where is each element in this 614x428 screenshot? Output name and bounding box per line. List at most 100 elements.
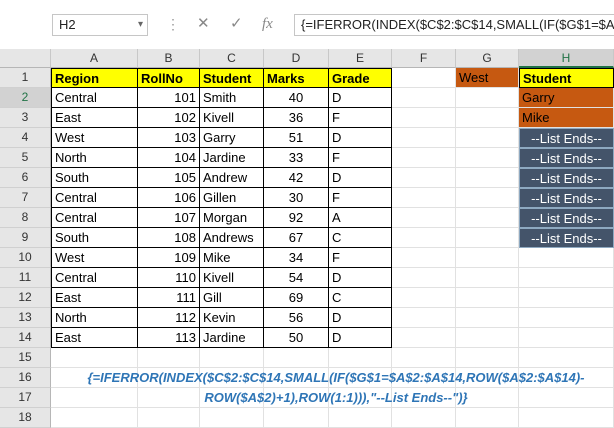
cell-h11[interactable]	[519, 268, 614, 288]
insert-function-icon[interactable]: fx	[262, 14, 273, 34]
cell-h13[interactable]	[519, 308, 614, 328]
cell-g14[interactable]	[456, 328, 519, 348]
criteria-cell[interactable]: West	[456, 68, 519, 88]
table-cell[interactable]: 50	[264, 328, 329, 348]
table-cell[interactable]: East	[51, 328, 138, 348]
table-cell[interactable]: North	[51, 148, 138, 168]
table-cell[interactable]: 111	[138, 288, 200, 308]
table-cell[interactable]: East	[51, 288, 138, 308]
table-cell[interactable]: Gillen	[200, 188, 264, 208]
cell-g4[interactable]	[456, 128, 519, 148]
cell-h18[interactable]	[519, 408, 614, 428]
row-header-12[interactable]: 12	[0, 288, 51, 308]
row-header-9[interactable]: 9	[0, 228, 51, 248]
table-header-rollno[interactable]: RollNo	[138, 68, 200, 88]
table-cell[interactable]: Morgan	[200, 208, 264, 228]
table-cell[interactable]: D	[329, 268, 392, 288]
table-cell[interactable]: Kevin	[200, 308, 264, 328]
cell-g18[interactable]	[456, 408, 519, 428]
cell-f6[interactable]	[392, 168, 456, 188]
table-cell[interactable]: D	[329, 308, 392, 328]
cell-b18[interactable]	[138, 408, 200, 428]
table-cell[interactable]: 106	[138, 188, 200, 208]
cell-h15[interactable]	[519, 348, 614, 368]
cell-g5[interactable]	[456, 148, 519, 168]
table-cell[interactable]: F	[329, 148, 392, 168]
name-box[interactable]: H2 ▾	[52, 14, 148, 36]
table-cell[interactable]: 104	[138, 148, 200, 168]
list-ends-cell[interactable]: --List Ends--	[519, 128, 614, 148]
table-cell[interactable]: 103	[138, 128, 200, 148]
table-cell[interactable]: Central	[51, 88, 138, 108]
enter-icon[interactable]: ✓	[230, 14, 243, 34]
table-cell[interactable]: D	[329, 168, 392, 188]
cell-g12[interactable]	[456, 288, 519, 308]
column-header-d[interactable]: D	[264, 49, 329, 68]
row-header-1[interactable]: 1	[0, 68, 51, 88]
table-cell[interactable]: 34	[264, 248, 329, 268]
table-cell[interactable]: 101	[138, 88, 200, 108]
cell-h14[interactable]	[519, 328, 614, 348]
table-cell[interactable]: F	[329, 248, 392, 268]
cell-g2[interactable]	[456, 88, 519, 108]
cell-g10[interactable]	[456, 248, 519, 268]
cell-g6[interactable]	[456, 168, 519, 188]
row-header-13[interactable]: 13	[0, 308, 51, 328]
table-cell[interactable]: 110	[138, 268, 200, 288]
table-cell[interactable]: A	[329, 208, 392, 228]
table-cell[interactable]: West	[51, 248, 138, 268]
cell-f9[interactable]	[392, 228, 456, 248]
table-cell[interactable]: 51	[264, 128, 329, 148]
formula-input[interactable]: {=IFERROR(INDEX($C$2:$C$14,SMALL(IF($G$1…	[294, 14, 614, 36]
cell-f15[interactable]	[392, 348, 456, 368]
cell-a15[interactable]	[51, 348, 138, 368]
cell-d15[interactable]	[264, 348, 329, 368]
cell-f2[interactable]	[392, 88, 456, 108]
result-cell[interactable]: Garry	[519, 88, 614, 108]
cell-g13[interactable]	[456, 308, 519, 328]
table-cell[interactable]: D	[329, 128, 392, 148]
cell-f8[interactable]	[392, 208, 456, 228]
table-cell[interactable]: Kivell	[200, 108, 264, 128]
table-cell[interactable]: Smith	[200, 88, 264, 108]
row-header-2[interactable]: 2	[0, 88, 51, 108]
table-cell[interactable]: 92	[264, 208, 329, 228]
list-ends-cell[interactable]: --List Ends--	[519, 188, 614, 208]
table-header-grade[interactable]: Grade	[329, 68, 392, 88]
column-header-f[interactable]: F	[392, 49, 456, 68]
table-cell[interactable]: 102	[138, 108, 200, 128]
cell-e18[interactable]	[329, 408, 392, 428]
table-cell[interactable]: D	[329, 328, 392, 348]
row-header-5[interactable]: 5	[0, 148, 51, 168]
list-ends-cell[interactable]: --List Ends--	[519, 148, 614, 168]
table-cell[interactable]: Kivell	[200, 268, 264, 288]
row-header-15[interactable]: 15	[0, 348, 51, 368]
result-cell[interactable]: Mike	[519, 108, 614, 128]
cell-f4[interactable]	[392, 128, 456, 148]
table-cell[interactable]: North	[51, 308, 138, 328]
table-cell[interactable]: Central	[51, 188, 138, 208]
column-header-e[interactable]: E	[329, 49, 392, 68]
cell-d18[interactable]	[264, 408, 329, 428]
table-cell[interactable]: 67	[264, 228, 329, 248]
row-header-18[interactable]: 18	[0, 408, 51, 428]
table-cell[interactable]: West	[51, 128, 138, 148]
cell-f11[interactable]	[392, 268, 456, 288]
select-all-button[interactable]	[0, 49, 51, 68]
table-cell[interactable]: South	[51, 168, 138, 188]
chevron-down-icon[interactable]: ▾	[138, 15, 143, 35]
cell-f14[interactable]	[392, 328, 456, 348]
table-cell[interactable]: Garry	[200, 128, 264, 148]
table-cell[interactable]: 109	[138, 248, 200, 268]
cell-h10[interactable]	[519, 248, 614, 268]
table-cell[interactable]: 69	[264, 288, 329, 308]
table-cell[interactable]: C	[329, 228, 392, 248]
column-header-c[interactable]: C	[200, 49, 264, 68]
table-cell[interactable]: 33	[264, 148, 329, 168]
table-cell[interactable]: 36	[264, 108, 329, 128]
table-cell[interactable]: Central	[51, 268, 138, 288]
column-header-g[interactable]: G	[456, 49, 519, 68]
row-header-7[interactable]: 7	[0, 188, 51, 208]
list-ends-cell[interactable]: --List Ends--	[519, 168, 614, 188]
cell-b15[interactable]	[138, 348, 200, 368]
